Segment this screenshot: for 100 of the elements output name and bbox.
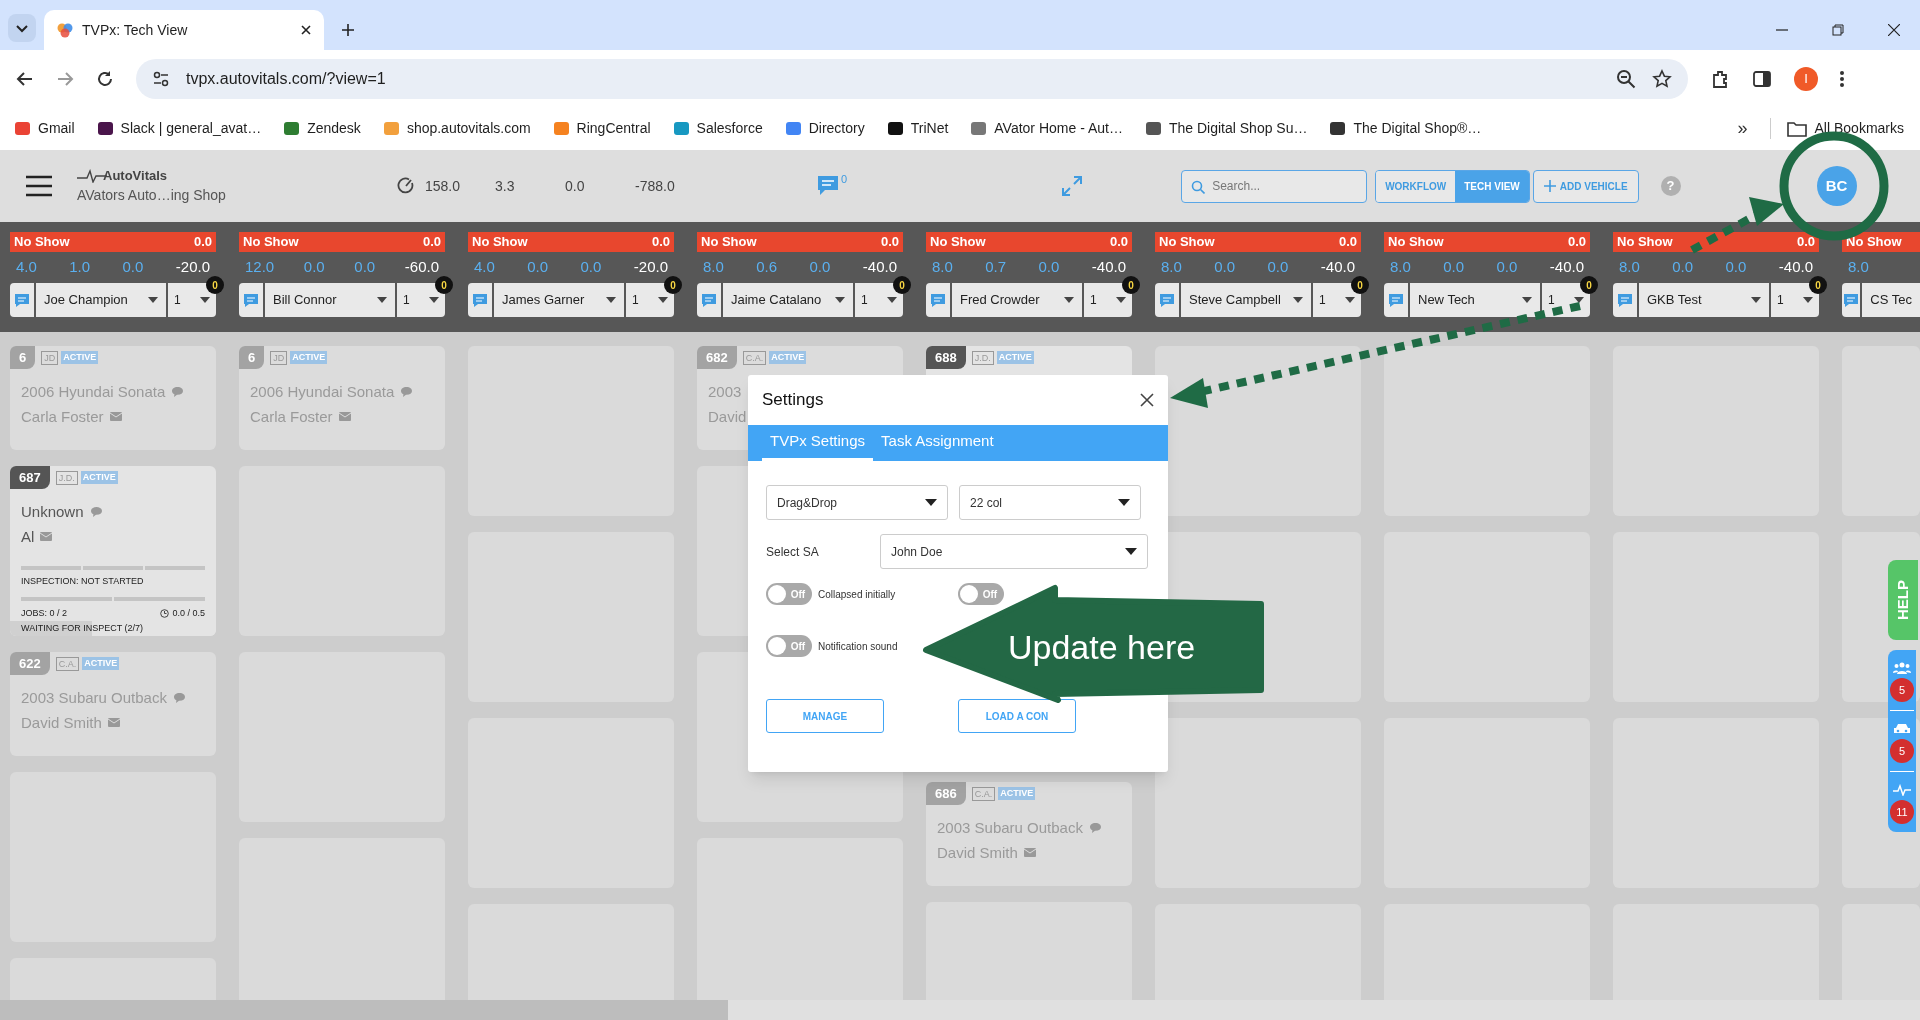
count-badge: 0 [435,276,453,294]
hours-value: -40.0 [862,256,897,277]
order-number: 6 [10,346,36,369]
hours-value: 0.0 [303,256,325,277]
hours-value: -40.0 [1549,256,1584,277]
hours-value: 0.0 [809,256,831,277]
status-tag: ACTIVE [61,351,99,364]
hours-value: 0.0 [580,256,602,277]
hours-value: -60.0 [404,256,439,277]
jobs-count: JOBS: 0 / 2 [21,606,68,620]
status-label: No Show [243,233,299,252]
order-number: 622 [10,652,50,675]
message-count: 0 [841,172,848,187]
hours-value: -40.0 [1320,256,1355,277]
technician-tag: JD [270,350,288,365]
hours-value: 12.0 [245,256,275,277]
hours-value: 8.0 [1848,256,1869,277]
customer-name: David Smith [21,712,102,733]
status-value: 0.0 [1109,233,1128,252]
hours-value: 0.7 [985,256,1007,277]
app-logo: AutoVitals [103,166,168,185]
status-tag: ACTIVE [80,471,118,484]
shop-name: AVators Auto…ing Shop [77,186,227,206]
vehicle-name: 2006 Hyundai Sonata [250,382,395,402]
status-value: 0.0 [651,233,670,252]
order-number: 6 [239,346,265,369]
count-badge: 0 [664,276,682,294]
hours-value: 0.0 [1443,256,1465,277]
status-tag: ACTIVE [769,351,807,364]
technician-tag: C.A. [742,350,767,365]
hours-value: 1.0 [69,256,91,277]
technician-tag: JD [41,350,59,365]
hours-value: 0.0 [527,256,549,277]
hours-value: 0.0 [354,256,376,277]
order-number: 682 [697,346,737,369]
hours-value: 0.0 [1496,256,1518,277]
status-tag: ACTIVE [82,657,120,670]
status-label: No Show [1159,233,1215,252]
hours-value: -40.0 [1778,256,1813,277]
count-badge: 5 [1890,739,1914,763]
tab-title: TVPx: Tech View [82,20,189,40]
status-value: 0.0 [422,233,441,252]
vehicle-name: 2006 Hyundai Sonata [21,382,166,402]
status-value: 0.0 [1567,233,1586,252]
hours-value: 8.0 [1619,256,1640,277]
status-label: No Show [1617,233,1673,252]
count-badge: 0 [206,276,224,294]
hours-value: 8.0 [1161,256,1182,277]
waiting-status: WAITING FOR INSPECT (2/7) [10,621,216,636]
vehicle-name: 2003 Subaru Outback [21,688,167,708]
hours-value: 0.0 [1038,256,1060,277]
technician-tag: C.A. [971,786,996,801]
hours-value: 0.0 [1672,256,1694,277]
hours-value: 8.0 [932,256,953,277]
customer-name: David Smith [937,842,1018,863]
hours-value: 8.0 [1390,256,1411,277]
stat-value: -788.0 [635,176,676,196]
customer-name: Al [21,526,35,547]
toggle-label: Collapsed initially [818,587,896,602]
status-label: No Show [14,233,70,252]
time-estimate: 0.0 / 0.5 [172,606,205,620]
status-label: No Show [930,233,986,252]
hours-value: -40.0 [1091,256,1126,277]
customer-name: David [708,406,747,427]
count-badge: 5 [1890,678,1914,702]
stat-value: 158.0 [425,176,462,196]
vehicle-name: 2003 Subaru Outback [937,818,1083,838]
count-badge: 0 [893,276,911,294]
hours-value: 0.0 [122,256,144,277]
field-label: Select SA [766,543,820,561]
stat-value: 3.3 [495,176,516,196]
count-badge: 11 [1890,800,1914,824]
vehicle-name: Unknown [21,502,84,522]
technician-tag: J.D. [971,350,994,365]
status-value: 0.0 [1338,233,1357,252]
order-number: 688 [926,346,966,369]
status-value: 0.0 [1796,233,1815,252]
stat-value: 0.0 [565,176,586,196]
hours-value: 0.6 [756,256,778,277]
hours-value: 0.0 [1725,256,1747,277]
status-label: No Show [472,233,528,252]
status-value: 0.0 [880,233,899,252]
status-label: No Show [1388,233,1444,252]
technician-tag: C.A. [55,656,80,671]
annotation-text: Update here [1008,627,1196,668]
toggle-label: Notification sound [818,639,898,654]
status-label: No Show [701,233,757,252]
technician-tag: J.D. [55,470,78,485]
count-badge: 0 [1809,276,1827,294]
hours-value: -20.0 [633,256,668,277]
dialog-title: Settings [762,389,824,412]
hours-value: 8.0 [703,256,724,277]
order-number: 687 [10,466,50,489]
hours-value: 0.0 [1214,256,1236,277]
hours-value: -20.0 [175,256,210,277]
customer-name: Carla Foster [250,406,333,427]
order-number: 686 [926,782,966,805]
count-badge: 0 [1122,276,1140,294]
customer-name: Carla Foster [21,406,104,427]
hours-value: 0.0 [1267,256,1289,277]
